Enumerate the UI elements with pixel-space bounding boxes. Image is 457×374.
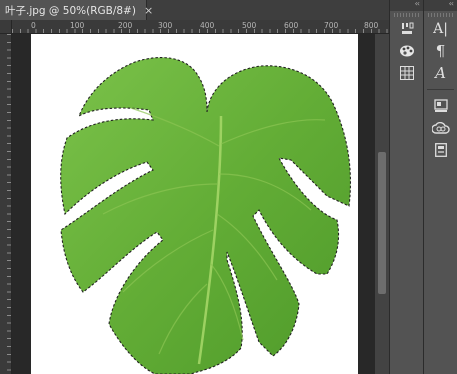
- collapse-icon[interactable]: ‹‹: [415, 0, 421, 8]
- canvas-area[interactable]: [12, 34, 375, 374]
- leaf-shape: [60, 57, 351, 374]
- ruler-label: 100: [70, 21, 85, 30]
- panel-dock-1: ‹‹: [389, 0, 423, 374]
- paragraph-panel-icon[interactable]: ¶: [428, 41, 454, 61]
- properties-icon[interactable]: [428, 140, 454, 160]
- ruler-origin[interactable]: [0, 20, 12, 34]
- brush-preset-icon[interactable]: [394, 19, 420, 39]
- creative-cloud-icon[interactable]: [428, 118, 454, 138]
- panel-grip[interactable]: [428, 13, 453, 17]
- swatch-grid-icon[interactable]: [394, 63, 420, 83]
- ruler-label: 0: [31, 21, 36, 30]
- ruler-label: 400: [200, 21, 215, 30]
- panel-grip[interactable]: [394, 13, 419, 17]
- ruler-label: 200: [118, 21, 133, 30]
- vertical-ruler[interactable]: [0, 34, 12, 374]
- collapse-icon[interactable]: ‹‹: [449, 0, 455, 8]
- ruler-label: 700: [324, 21, 339, 30]
- character-panel-icon[interactable]: A|: [428, 19, 454, 39]
- scrollbar-thumb[interactable]: [378, 152, 386, 294]
- glyphs-panel-icon[interactable]: A: [428, 63, 454, 83]
- close-icon[interactable]: ×: [144, 4, 153, 17]
- ruler-label: 800: [364, 21, 379, 30]
- document-tab[interactable]: 叶子.jpg @ 50%(RGB/8#) ×: [0, 0, 153, 20]
- document-tab-bar: 叶子.jpg @ 50%(RGB/8#) ×: [0, 0, 389, 20]
- document-tab-title: 叶子.jpg @ 50%(RGB/8#): [5, 4, 136, 17]
- ruler-label: 600: [284, 21, 299, 30]
- ruler-label: 500: [242, 21, 257, 30]
- horizontal-ruler[interactable]: 0 100 200 300 400 500 600 700 800: [12, 20, 389, 34]
- leaf-image: [60, 57, 351, 374]
- ruler-label: 300: [158, 21, 173, 30]
- library-icon[interactable]: [428, 96, 454, 116]
- vertical-scrollbar[interactable]: [375, 34, 389, 374]
- document-canvas[interactable]: [31, 34, 358, 374]
- panel-dock-2: ‹‹ A| ¶ A: [423, 0, 457, 374]
- color-palette-icon[interactable]: [394, 41, 420, 61]
